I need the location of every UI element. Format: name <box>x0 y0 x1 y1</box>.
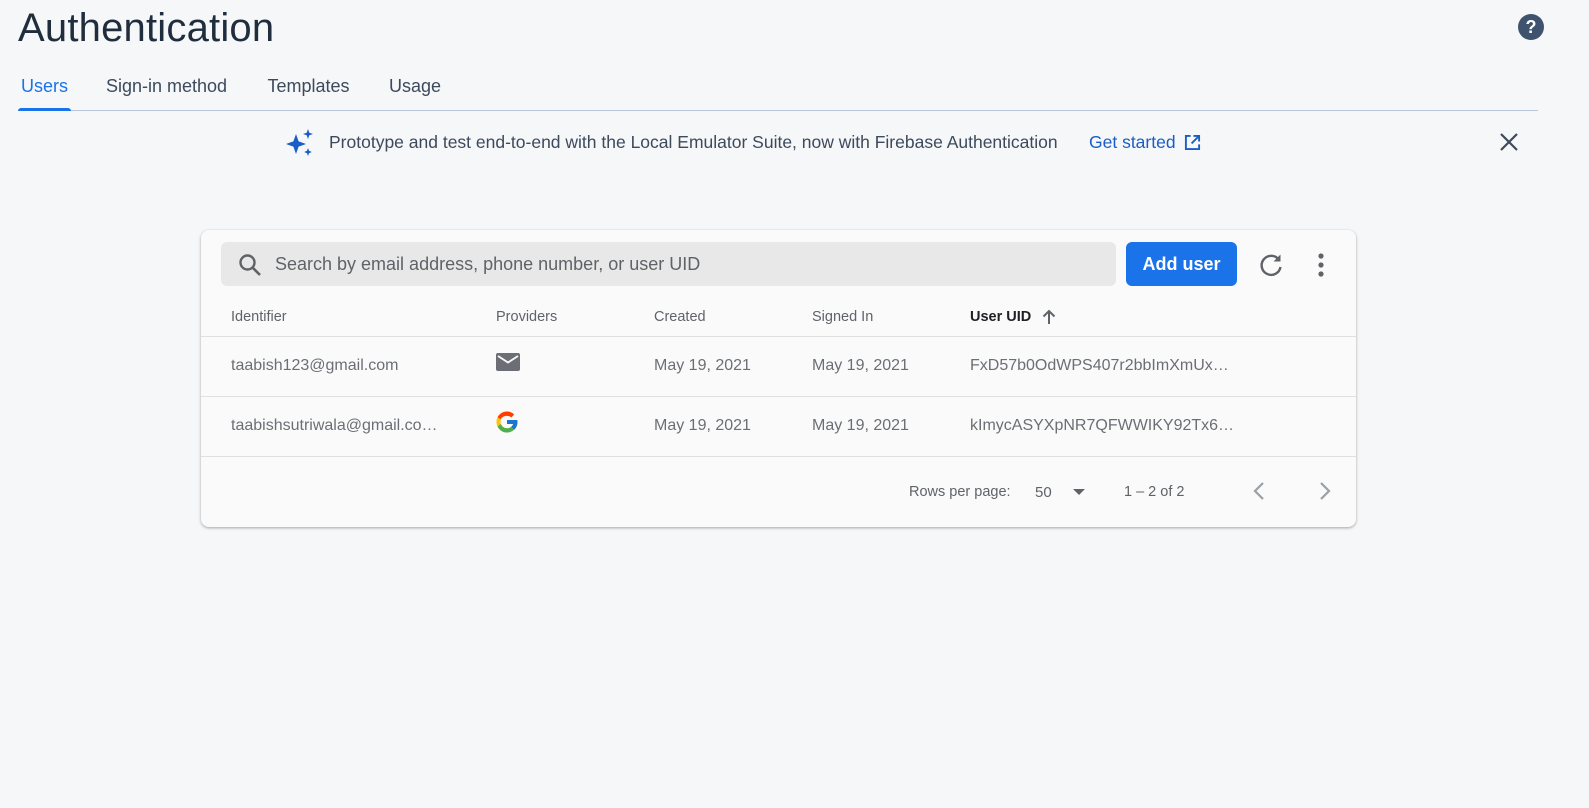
tab-sign-in-method[interactable]: Sign-in method <box>105 62 228 110</box>
close-icon[interactable] <box>1497 130 1521 154</box>
cell-signed-in: May 19, 2021 <box>812 357 909 374</box>
get-started-label: Get started <box>1089 132 1176 152</box>
page-title: Authentication <box>18 6 275 50</box>
get-started-link[interactable]: Get started <box>1089 132 1201 153</box>
add-user-button[interactable]: Add user <box>1126 242 1237 286</box>
more-vert-icon[interactable] <box>1307 251 1335 279</box>
column-header-providers: Providers <box>496 309 558 325</box>
email-icon <box>496 353 520 371</box>
column-header-signed-in[interactable]: Signed In <box>812 309 873 325</box>
table-row[interactable]: taabishsutriwala@gmail.co… May 19, 2021 … <box>201 397 1356 457</box>
help-icon[interactable]: ? <box>1518 14 1544 40</box>
tab-usage[interactable]: Usage <box>389 62 441 110</box>
rows-per-page-label: Rows per page: <box>909 484 1011 500</box>
cell-user-uid: FxD57b0OdWPS407r2bbImXmUx… <box>970 357 1229 374</box>
tab-templates[interactable]: Templates <box>266 62 351 110</box>
cell-identifier: taabish123@gmail.com <box>231 357 399 374</box>
cell-identifier: taabishsutriwala@gmail.co… <box>231 417 438 434</box>
rows-per-page-value: 50 <box>1035 483 1052 501</box>
table-pagination: Rows per page: 50 1 – 2 of 2 <box>201 458 1356 527</box>
search-icon <box>239 254 261 276</box>
pagination-range: 1 – 2 of 2 <box>1124 484 1185 500</box>
column-header-user-uid[interactable]: User UID <box>970 309 1057 325</box>
column-header-created[interactable]: Created <box>654 309 706 325</box>
tab-users[interactable]: Users <box>18 62 71 111</box>
open-in-new-icon <box>1184 134 1200 151</box>
table-header-row: Identifier Providers Created Signed In U… <box>201 300 1356 337</box>
cell-signed-in: May 19, 2021 <box>812 417 909 434</box>
refresh-icon[interactable] <box>1257 251 1285 279</box>
sparkle-icon <box>286 129 313 156</box>
tab-bar: Users Sign-in method Templates Usage <box>18 62 1538 111</box>
arrow-drop-down-icon <box>1073 489 1085 495</box>
rows-per-page-select[interactable]: 50 <box>1035 478 1095 506</box>
table-row[interactable]: taabish123@gmail.com May 19, 2021 May 19… <box>201 337 1356 397</box>
cell-user-uid: kImycASYXpNR7QFWWIKY92Tx6… <box>970 417 1235 434</box>
search-input[interactable] <box>275 242 1105 286</box>
chevron-right-icon[interactable] <box>1313 480 1335 502</box>
cell-created: May 19, 2021 <box>654 417 751 434</box>
cell-created: May 19, 2021 <box>654 357 751 374</box>
users-table-card: Add user Identifier Providers Created Si… <box>201 230 1356 527</box>
emulator-banner: Prototype and test end-to-end with the L… <box>0 124 1589 160</box>
google-icon <box>496 411 518 433</box>
chevron-left-icon[interactable] <box>1249 480 1271 502</box>
search-box <box>221 242 1116 286</box>
arrow-upward-icon <box>1043 309 1056 324</box>
column-header-user-uid-label: User UID <box>970 309 1032 325</box>
column-header-identifier[interactable]: Identifier <box>231 309 287 325</box>
banner-text: Prototype and test end-to-end with the L… <box>329 132 1058 152</box>
